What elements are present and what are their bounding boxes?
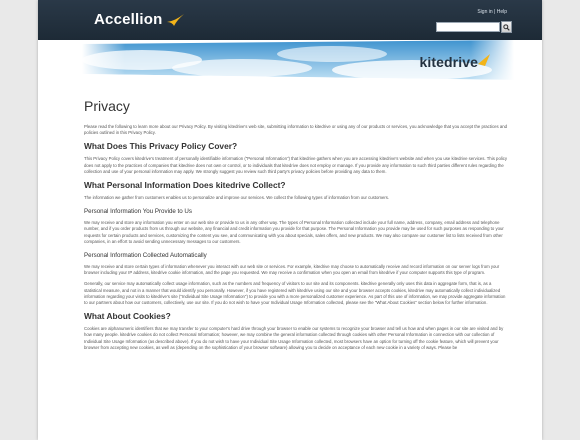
section-paragraph: Generally, our service may automatically… [84,281,506,306]
search-icon [503,23,510,31]
top-navigation-bar: Accellion Sign in | Help [38,0,542,40]
kitedrive-brand: kitedrive [419,54,478,70]
section-paragraph: Cookies are alphanumeric identifiers tha… [84,326,504,350]
section-paragraph: We may receive and store certain types o… [84,264,500,276]
section-heading: What About Cookies? [84,311,171,322]
section-heading: What Personal Information Does kitedrive… [84,180,286,191]
logo-swoosh-icon [166,13,184,26]
section-paragraph: This Privacy Policy covers kitedrive's t… [84,156,508,174]
sign-in-help-links[interactable]: Sign in | Help [477,9,507,15]
subsection-heading: Personal Information Collected Automatic… [84,252,207,260]
search-input[interactable] [436,22,500,32]
page-title: Privacy [84,98,130,114]
section-heading: What Does This Privacy Policy Cover? [84,141,238,152]
section-paragraph: We may receive and store any information… [84,220,504,244]
intro-paragraph: Please read the following to learn more … [84,124,508,136]
kitedrive-banner: kitedrive [82,40,514,80]
accellion-logo[interactable]: Accellion [94,11,186,28]
privacy-content: Privacy Please read the following to lea… [84,98,508,356]
search-button[interactable] [501,21,512,33]
subsection-heading: Personal Information You Provide to Us [84,208,192,216]
section-paragraph: The information we gather from customers… [84,195,390,201]
page: Accellion Sign in | Help kitedrive Priva… [38,0,542,440]
logo-text: Accellion [94,11,163,28]
